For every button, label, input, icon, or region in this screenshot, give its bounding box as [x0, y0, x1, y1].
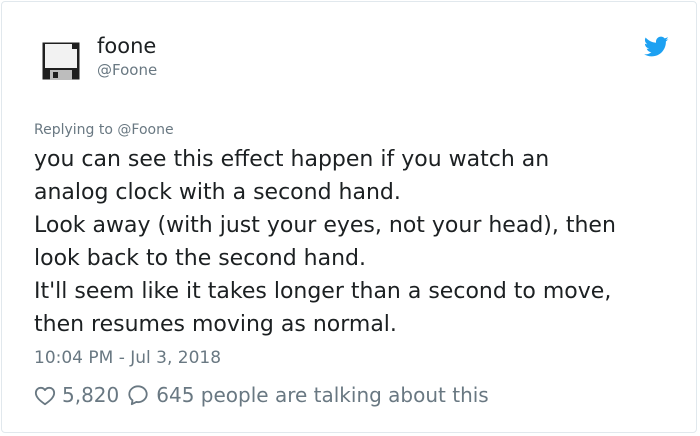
tweet-text: you can see this effect happen if you wa… — [34, 143, 684, 341]
tweet-text-line: It'll seem like it takes longer than a s… — [34, 279, 612, 304]
twitter-bird-icon[interactable] — [644, 36, 669, 58]
replying-to-label: Replying to — [34, 122, 113, 138]
reply-mention-link[interactable]: @Foone — [117, 122, 173, 138]
tweet-text-line: look back to the second hand. — [34, 246, 366, 271]
engagement-bar: 5,820 645 people are talking about this — [34, 380, 489, 410]
tweet-text-line: analog clock with a second hand. — [34, 180, 401, 205]
tweet-card: foone @Foone Replying to @Foone you can … — [1, 1, 697, 433]
talking-link[interactable]: 645 people are talking about this — [127, 383, 489, 407]
like-count: 5,820 — [62, 383, 120, 407]
speech-bubble-icon — [127, 384, 149, 406]
author-display-name[interactable]: foone — [97, 33, 156, 59]
replying-to-line: Replying to @Foone — [34, 121, 174, 139]
tweet-timestamp[interactable]: 10:04 PM - Jul 3, 2018 — [34, 347, 221, 369]
tweet-text-line: Look away (with just your eyes, not your… — [34, 213, 616, 238]
heart-icon — [34, 385, 56, 406]
like-button[interactable]: 5,820 — [34, 383, 119, 407]
author-handle[interactable]: @Foone — [97, 60, 157, 80]
floppy-disk-icon[interactable] — [42, 42, 80, 80]
talking-count-text: 645 people are talking about this — [156, 383, 489, 407]
tweet-text-line: you can see this effect happen if you wa… — [34, 147, 550, 172]
tweet-text-line: then resumes moving as normal. — [34, 312, 397, 337]
